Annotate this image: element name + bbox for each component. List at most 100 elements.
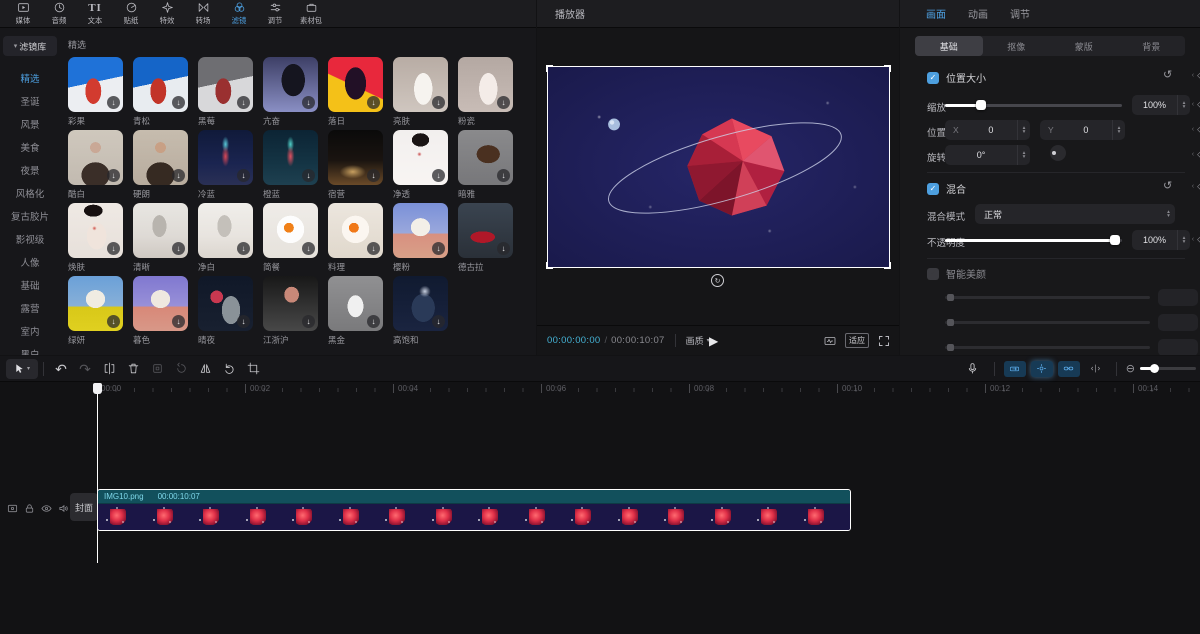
sidebar-item-精选[interactable]: 精选: [0, 68, 60, 88]
reset-icon[interactable]: ↺: [1163, 179, 1172, 192]
playhead-handle[interactable]: [93, 383, 102, 394]
record-voiceover-icon[interactable]: [961, 359, 985, 379]
keyframe-icon[interactable]: ‹◇: [1192, 149, 1200, 160]
undo-icon[interactable]: ↶: [49, 359, 73, 379]
stepper-icon[interactable]: ▴▾: [1177, 95, 1190, 115]
filter-card-彩果[interactable]: ↓彩果: [68, 57, 123, 127]
filter-card-橙蓝[interactable]: ↓橙蓝: [263, 130, 318, 200]
sidebar-item-复古胶片[interactable]: 复古胶片: [0, 206, 60, 226]
fit-button[interactable]: 适应: [845, 333, 869, 348]
filter-card-江浙沪[interactable]: ↓江浙沪: [263, 276, 318, 346]
keyframe-icon[interactable]: ‹◇: [1192, 70, 1200, 81]
linkage-icon[interactable]: [1058, 361, 1080, 377]
nav-sticker[interactable]: 贴纸: [114, 1, 148, 26]
stepper-icon[interactable]: ▴▾: [1162, 204, 1175, 224]
keyframe-icon[interactable]: ‹◇: [1192, 181, 1200, 192]
smart-beauty-checkbox[interactable]: ✓: [927, 268, 939, 280]
fullscreen-icon[interactable]: [877, 335, 891, 347]
scale-slider-knob[interactable]: [976, 100, 986, 110]
nav-text[interactable]: TI文本: [78, 1, 112, 26]
sidebar-item-风景[interactable]: 风景: [0, 114, 60, 134]
sidebar-item-人像[interactable]: 人像: [0, 252, 60, 272]
lock-icon[interactable]: [24, 503, 35, 514]
preview-quality-dropdown[interactable]: 画质 ▾: [675, 334, 710, 347]
filter-card-亮肤[interactable]: ↓亮肤: [393, 57, 448, 127]
nav-adjust[interactable]: 调节: [258, 1, 292, 26]
blend-checkbox[interactable]: ✓: [927, 183, 939, 195]
sidebar-item-黑白[interactable]: 黑白: [0, 344, 60, 355]
timeline-zoom-slider[interactable]: [1140, 367, 1196, 370]
zoom-out-icon[interactable]: ⊖: [1126, 362, 1135, 375]
stepper-icon[interactable]: ▴▾: [1177, 230, 1190, 250]
preview-axis-icon[interactable]: [1085, 361, 1107, 377]
nav-filters[interactable]: 滤镜: [222, 1, 256, 26]
filter-card-绿妍[interactable]: ↓绿妍: [68, 276, 123, 346]
reset-icon[interactable]: ↺: [1163, 68, 1172, 81]
selection-corner-handle[interactable]: [884, 262, 891, 269]
subtab-基础[interactable]: 基础: [915, 36, 983, 56]
filter-card-料理[interactable]: ↓料理: [328, 203, 383, 273]
filter-card-净透[interactable]: ↓净透: [393, 130, 448, 200]
redo-icon[interactable]: ↷: [73, 359, 97, 379]
position-x-field[interactable]: X 0 ▴▾: [945, 120, 1030, 140]
tab-画面[interactable]: 画面: [926, 6, 946, 21]
freeze-frame-icon[interactable]: [145, 359, 169, 379]
nav-audio[interactable]: 音频: [42, 1, 76, 26]
timeline-clip[interactable]: IMG10.png 00:00:10:07: [97, 489, 851, 531]
nav-effects[interactable]: 特效: [150, 1, 184, 26]
cover-button[interactable]: 封面: [70, 493, 98, 521]
subtab-背景[interactable]: 背景: [1118, 36, 1186, 56]
filter-card-酷白[interactable]: ↓酷白: [68, 130, 123, 200]
tab-调节[interactable]: 调节: [1010, 6, 1030, 21]
auto-snap-icon[interactable]: [1031, 361, 1053, 377]
filter-card-晴夜[interactable]: ↓晴夜: [198, 276, 253, 346]
filter-card-黑莓[interactable]: ↓黑莓: [198, 57, 253, 127]
mirror-icon[interactable]: [193, 359, 217, 379]
filter-card-简餐[interactable]: ↓简餐: [263, 203, 318, 273]
main-track-magnet-icon[interactable]: [1004, 361, 1026, 377]
filter-card-宿营[interactable]: ↓宿营: [328, 130, 383, 200]
keyframe-icon[interactable]: ‹◇: [1192, 234, 1200, 245]
sidebar-item-室内[interactable]: 室内: [0, 321, 60, 341]
position-size-checkbox[interactable]: ✓: [927, 72, 939, 84]
nav-media[interactable]: 媒体: [6, 1, 40, 26]
filter-card-高饱和[interactable]: ↓高饱和: [393, 276, 448, 346]
nav-transitions[interactable]: 转场: [186, 1, 220, 26]
selection-corner-handle[interactable]: [546, 262, 553, 269]
split-icon[interactable]: [97, 359, 121, 379]
filter-card-冷蓝[interactable]: ↓冷蓝: [198, 130, 253, 200]
opacity-slider-knob[interactable]: [1110, 235, 1120, 245]
stepper-icon[interactable]: ▴▾: [1017, 120, 1030, 140]
filter-card-青松[interactable]: ↓青松: [133, 57, 188, 127]
keyframe-icon[interactable]: ‹◇: [1192, 124, 1200, 135]
selection-corner-handle[interactable]: [884, 65, 891, 72]
rotate-knob[interactable]: [1050, 145, 1066, 161]
sidebar-item-美食[interactable]: 美食: [0, 137, 60, 157]
sidebar-item-影视级[interactable]: 影视级: [0, 229, 60, 249]
reverse-icon[interactable]: [169, 359, 193, 379]
filter-card-净白[interactable]: ↓净白: [198, 203, 253, 273]
filter-card-硬朗[interactable]: ↓硬朗: [133, 130, 188, 200]
scale-value-field[interactable]: 100% ▴▾: [1132, 95, 1190, 115]
filter-card-暗雅[interactable]: ↓暗雅: [458, 130, 513, 200]
timeline-ruler[interactable]: 00:0000:0200:0400:0600:0800:1000:1200:14: [0, 383, 1200, 397]
filter-card-清晰[interactable]: ↓清晰: [133, 203, 188, 273]
filter-card-德古拉[interactable]: ↓德古拉: [458, 203, 513, 273]
subtab-抠像[interactable]: 抠像: [983, 36, 1051, 56]
mute-icon[interactable]: [58, 503, 69, 514]
filter-card-黑金[interactable]: ↓黑金: [328, 276, 383, 346]
preview-canvas[interactable]: [547, 66, 890, 268]
tab-动画[interactable]: 动画: [968, 6, 988, 21]
crop-icon[interactable]: [241, 359, 265, 379]
nav-assets[interactable]: 素材包: [294, 1, 328, 26]
play-button[interactable]: ▶: [709, 334, 718, 348]
canvas-rotate-handle[interactable]: ↻: [711, 274, 724, 287]
eye-icon[interactable]: [41, 503, 52, 514]
filter-card-落日[interactable]: ↓落日: [328, 57, 383, 127]
scale-slider[interactable]: [945, 104, 1122, 107]
sidebar-item-露营[interactable]: 露营: [0, 298, 60, 318]
filter-card-粉瓷[interactable]: ↓粉瓷: [458, 57, 513, 127]
blend-mode-dropdown[interactable]: 正常 ▴▾: [975, 204, 1175, 224]
position-y-field[interactable]: Y 0 ▴▾: [1040, 120, 1125, 140]
keyframe-icon[interactable]: ‹◇: [1192, 99, 1200, 110]
